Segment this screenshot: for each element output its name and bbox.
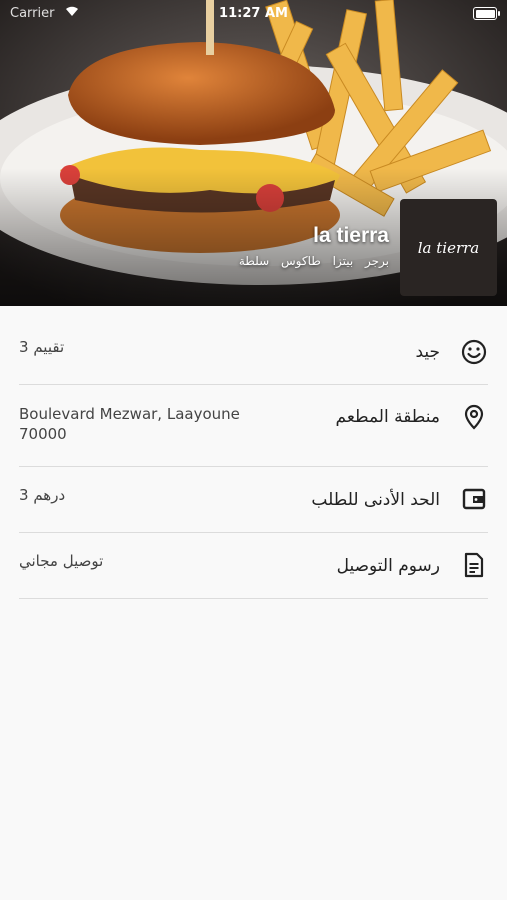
wallet-icon: [462, 488, 486, 510]
rating-label: جيد: [415, 342, 440, 362]
delivery-fee-value: توصيل مجاني: [19, 552, 104, 570]
logo-text: la tierra: [417, 238, 480, 257]
min-order-value: درهم 3: [19, 486, 66, 504]
min-order-label: الحد الأدنى للطلب: [311, 490, 440, 510]
smiley-icon: [461, 339, 487, 365]
category-tag: سلطة: [238, 254, 270, 268]
area-label: منطقة المطعم: [335, 407, 441, 427]
min-order-row: الحد الأدنى للطلب درهم 3: [19, 466, 488, 533]
delivery-fee-row: رسوم التوصيل توصيل مجاني: [19, 532, 488, 599]
restaurant-name: la tierra: [313, 224, 389, 247]
rating-row: جيد تقييم 3: [19, 306, 488, 385]
status-time: 11:27 AM: [219, 6, 288, 21]
location-pin-icon: [464, 404, 484, 430]
rating-value: تقييم 3: [19, 338, 65, 356]
delivery-fee-label: رسوم التوصيل: [336, 556, 440, 576]
document-icon: [464, 552, 484, 578]
category-tag: برجر: [365, 254, 389, 268]
restaurant-logo: la tierra: [400, 199, 497, 296]
category-tag: بيتزا: [332, 254, 354, 268]
category-tag: طاكوس: [281, 254, 321, 268]
restaurant-categories: برجر بيتزا طاكوس سلطة: [231, 254, 389, 268]
restaurant-details: جيد تقييم 3 منطقة المطعم Boulevard Mezwa…: [0, 306, 507, 900]
area-value: Boulevard Mezwar, Laayoune 70000: [19, 405, 240, 443]
battery-icon: [473, 7, 500, 20]
status-bar: Carrier 11:27 AM: [0, 0, 507, 28]
restaurant-info: la tierra برجر بيتزا طاكوس سلطة: [231, 224, 389, 268]
area-row: منطقة المطعم Boulevard Mezwar, Laayoune …: [19, 384, 488, 467]
hero-banner: Carrier 11:27 AM la tierra برجر بيتزا طا…: [0, 0, 507, 306]
